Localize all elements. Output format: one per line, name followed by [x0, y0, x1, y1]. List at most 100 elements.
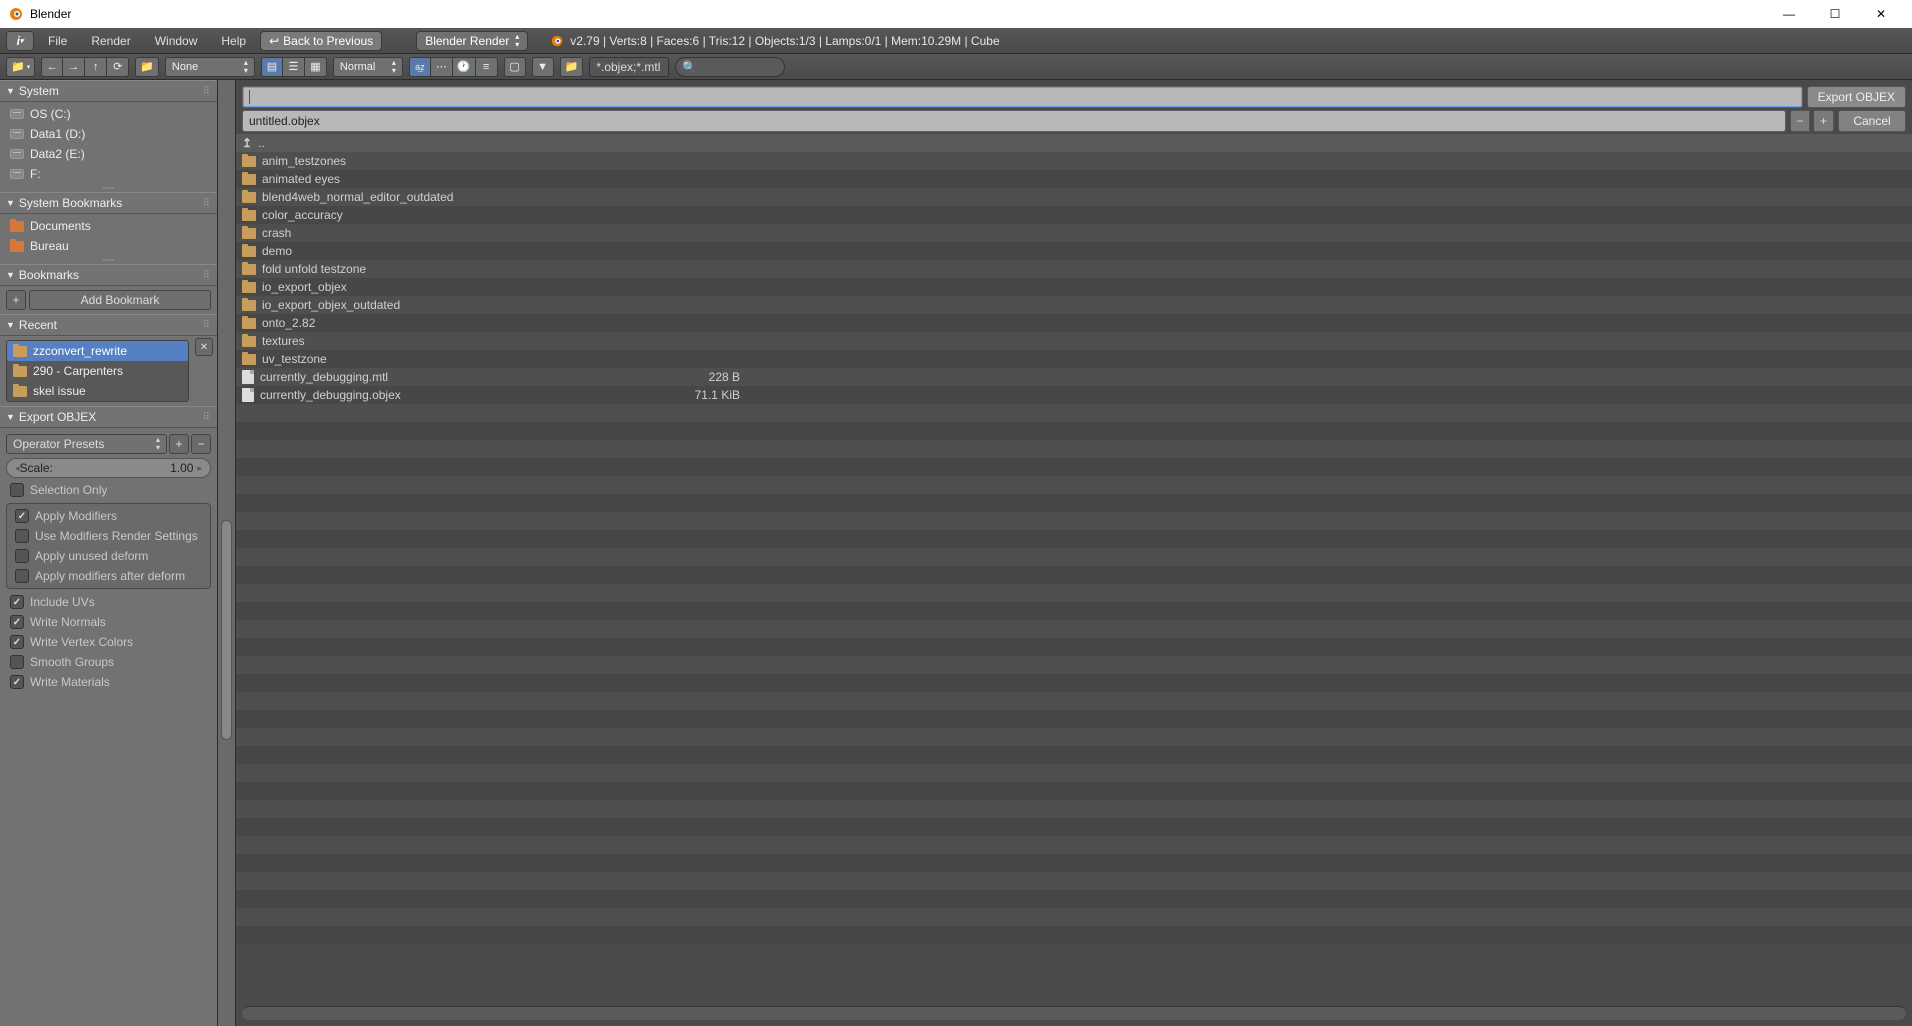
write-vertex-colors-checkbox[interactable]: Write Vertex Colors — [2, 632, 215, 652]
nav-refresh-button[interactable]: ⟳ — [107, 57, 129, 77]
filelist-h-scrollbar[interactable] — [242, 1006, 1906, 1020]
menu-file[interactable]: File — [38, 32, 77, 50]
list-resize-handle[interactable]: — — [4, 184, 213, 190]
directory-row[interactable]: onto_2.82 — [236, 314, 1912, 332]
grip-icon: ⠿ — [203, 198, 211, 209]
new-directory-button[interactable]: 📁 — [135, 57, 159, 77]
sort-alpha-button[interactable]: a͢z — [409, 57, 431, 77]
filename-decrement-button[interactable]: − — [1790, 110, 1810, 132]
empty-row — [236, 494, 1912, 512]
parent-dir-label: .. — [258, 136, 265, 150]
directory-row[interactable]: uv_testzone — [236, 350, 1912, 368]
recent-item[interactable]: zzconvert_rewrite — [7, 341, 188, 361]
filebrowser-editor-icon[interactable]: 📁▾ — [6, 57, 35, 77]
directory-row[interactable]: blend4web_normal_editor_outdated — [236, 188, 1912, 206]
add-bookmark-plus-button[interactable]: + — [6, 290, 26, 310]
empty-row — [236, 818, 1912, 836]
drive-item[interactable]: Data2 (E:) — [4, 144, 213, 164]
directory-row[interactable]: demo — [236, 242, 1912, 260]
apply-unused-deform-checkbox[interactable]: Apply unused deform — [7, 546, 210, 566]
display-short-list-button[interactable]: ▤ — [261, 57, 283, 77]
directory-row[interactable]: color_accuracy — [236, 206, 1912, 224]
display-thumbnails-button[interactable]: ▦ — [305, 57, 327, 77]
write-materials-checkbox[interactable]: Write Materials — [2, 672, 215, 692]
window-close-button[interactable]: ✕ — [1858, 0, 1904, 28]
list-resize-handle[interactable]: — — [4, 256, 213, 262]
filename-text: untitled.objex — [249, 114, 320, 128]
recent-remove-button[interactable]: ✕ — [195, 338, 213, 356]
filename-increment-button[interactable]: + — [1814, 110, 1834, 132]
recent-locations-select[interactable]: None ▴▾ — [165, 57, 255, 77]
display-size-select[interactable]: Normal ▴▾ — [333, 57, 403, 77]
panel-header-bookmarks[interactable]: ▼ Bookmarks ⠿ — [0, 264, 217, 286]
back-to-previous-button[interactable]: ↩ Back to Previous — [260, 31, 382, 51]
apply-modifiers-checkbox[interactable]: Apply Modifiers — [7, 506, 210, 526]
menu-help[interactable]: Help — [211, 32, 256, 50]
directory-row[interactable]: anim_testzones — [236, 152, 1912, 170]
selection-only-checkbox[interactable]: Selection Only — [2, 480, 215, 500]
filter-toggle[interactable]: ▼ — [532, 57, 554, 77]
nav-back-button[interactable]: ← — [41, 57, 63, 77]
directory-row[interactable]: io_export_objex_outdated — [236, 296, 1912, 314]
empty-row — [236, 440, 1912, 458]
operator-presets-select[interactable]: Operator Presets▴▾ — [6, 434, 167, 454]
file-list: ↥.. anim_testzonesanimated eyesblend4web… — [236, 134, 1912, 1002]
back-to-previous-label: Back to Previous — [283, 34, 373, 48]
nav-up-button[interactable]: ↑ — [85, 57, 107, 77]
directory-row[interactable]: crash — [236, 224, 1912, 242]
window-minimize-button[interactable]: — — [1766, 0, 1812, 28]
add-bookmark-button[interactable]: Add Bookmark — [29, 290, 211, 310]
smooth-groups-checkbox[interactable]: Smooth Groups — [2, 652, 215, 672]
parent-directory-row[interactable]: ↥.. — [236, 134, 1912, 152]
empty-row — [236, 854, 1912, 872]
search-field[interactable]: 🔍 — [675, 57, 785, 77]
export-objex-button[interactable]: Export OBJEX — [1807, 86, 1906, 108]
directory-row[interactable]: animated eyes — [236, 170, 1912, 188]
back-arrow-icon: ↩ — [269, 34, 279, 48]
filebrowser-header: 📁▾ ← → ↑ ⟳ 📁 None ▴▾ ▤ ☰ ▦ Normal ▴▾ a͢z… — [0, 54, 1912, 80]
write-normals-checkbox[interactable]: Write Normals — [2, 612, 215, 632]
drive-item[interactable]: Data1 (D:) — [4, 124, 213, 144]
scrollbar-thumb[interactable] — [221, 520, 232, 740]
drive-item[interactable]: OS (C:) — [4, 104, 213, 124]
preset-add-button[interactable]: + — [169, 434, 189, 454]
include-uvs-checkbox[interactable]: Include UVs — [2, 592, 215, 612]
window-title: Blender — [30, 7, 71, 21]
file-row[interactable]: currently_debugging.objex71.1 KiB — [236, 386, 1912, 404]
apply-modifiers-after-deform-checkbox[interactable]: Apply modifiers after deform — [7, 566, 210, 586]
directory-row[interactable]: fold unfold testzone — [236, 260, 1912, 278]
info-editor-icon[interactable]: i ▾ — [6, 31, 34, 51]
cancel-button[interactable]: Cancel — [1838, 110, 1906, 132]
panel-header-system-bookmarks[interactable]: ▼ System Bookmarks ⠿ — [0, 192, 217, 214]
scale-field[interactable]: ◂ Scale: 1.00 ▸ — [6, 458, 211, 478]
filename-input[interactable]: untitled.objex — [242, 110, 1786, 132]
preset-remove-button[interactable]: − — [191, 434, 211, 454]
use-modifiers-render-settings-checkbox[interactable]: Use Modifiers Render Settings — [7, 526, 210, 546]
show-hidden-toggle[interactable]: ▢ — [504, 57, 526, 77]
bookmark-item[interactable]: Documents — [4, 216, 213, 236]
sort-extension-button[interactable]: ⋯ — [431, 57, 453, 77]
folder-icon — [10, 241, 24, 252]
window-maximize-button[interactable]: ☐ — [1812, 0, 1858, 28]
display-long-list-button[interactable]: ☰ — [283, 57, 305, 77]
directory-path-input[interactable] — [242, 86, 1803, 108]
filter-glob-field[interactable]: *.objex;*.mtl — [589, 57, 669, 77]
sidebar-scrollbar[interactable] — [218, 80, 236, 1026]
disk-icon — [10, 129, 24, 139]
panel-header-system[interactable]: ▼ System ⠿ — [0, 80, 217, 102]
panel-header-export-objex[interactable]: ▼ Export OBJEX ⠿ — [0, 406, 217, 428]
nav-forward-button[interactable]: → — [63, 57, 85, 77]
filter-folder-button[interactable]: 📁 — [560, 57, 584, 77]
directory-row[interactable]: io_export_objex — [236, 278, 1912, 296]
panel-header-recent[interactable]: ▼ Recent ⠿ — [0, 314, 217, 336]
menu-render[interactable]: Render — [81, 32, 140, 50]
menu-window[interactable]: Window — [145, 32, 208, 50]
directory-row[interactable]: textures — [236, 332, 1912, 350]
render-engine-select[interactable]: Blender Render ▴▾ — [416, 31, 528, 51]
checkbox-icon — [10, 483, 24, 497]
file-row[interactable]: currently_debugging.mtl228 B — [236, 368, 1912, 386]
sort-size-button[interactable]: ≡ — [476, 57, 498, 77]
recent-item[interactable]: skel issue — [7, 381, 188, 401]
recent-item[interactable]: 290 - Carpenters — [7, 361, 188, 381]
sort-time-button[interactable]: 🕐 — [453, 57, 476, 77]
